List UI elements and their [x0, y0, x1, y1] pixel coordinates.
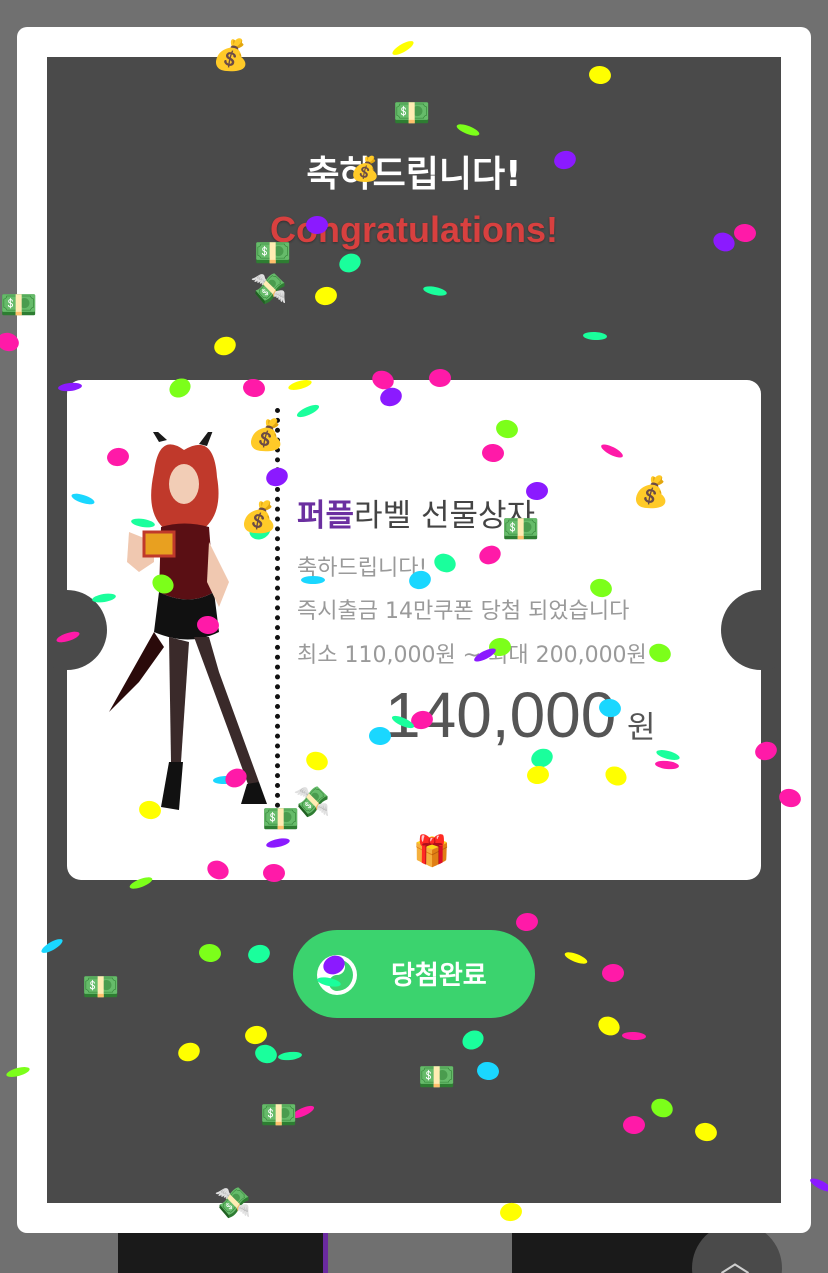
money-bag-icon: 💰	[212, 38, 250, 73]
character-illustration	[109, 432, 267, 810]
banknote-icon: 💵	[262, 802, 300, 837]
prize-range-line: 최소 110,000원 ~ 최대 200,000원	[297, 643, 647, 668]
banknote-icon: 💵	[502, 512, 540, 547]
money-with-wings-icon: 💸	[214, 1186, 252, 1221]
money-bag-icon: 💰	[240, 500, 278, 535]
prize-stage: 축하드립니다! Congratulations! 퍼플라벨 선물상자 축하드립니…	[47, 57, 781, 1203]
banknote-icon: 💵	[393, 96, 431, 131]
background-card	[118, 1228, 328, 1273]
prize-amount: 140,000	[385, 679, 617, 751]
money-bag-icon: 💰	[247, 418, 285, 453]
prize-title: 퍼플라벨 선물상자	[297, 490, 535, 535]
congratulations-title: Congratulations!	[270, 209, 558, 250]
ticket-notch-left	[47, 590, 107, 670]
money-bag-icon: 💰	[350, 155, 380, 183]
banknote-icon: 💵	[260, 1098, 298, 1133]
claim-complete-label: 당첨완료	[391, 960, 487, 990]
banknote-icon: 💵	[0, 288, 38, 323]
prize-message-line: 즉시출금 14만쿠폰 당첨 되었습니다	[297, 599, 630, 624]
banknote-icon: 💵	[254, 236, 292, 271]
banknote-icon: 💵	[418, 1060, 456, 1095]
brand-logo-icon	[317, 955, 357, 995]
gift-icon: 🎁	[413, 834, 451, 869]
page-title: 축하드립니다!	[306, 154, 522, 195]
prize-ticket: 퍼플라벨 선물상자 축하드립니다! 즉시출금 14만쿠폰 당첨 되었습니다 최소…	[47, 380, 781, 880]
money-bag-icon: 💰	[632, 475, 670, 510]
ticket-notch-right	[721, 590, 781, 670]
money-with-wings-icon: 💸	[250, 272, 288, 307]
prize-modal: 축하드립니다! Congratulations! 퍼플라벨 선물상자 축하드립니…	[17, 27, 811, 1233]
prize-amount-unit: 원	[627, 710, 656, 746]
prize-message-line: 축하드립니다!	[297, 556, 428, 581]
claim-complete-button[interactable]: 당첨완료	[293, 930, 535, 1018]
chevron-up-icon: ︿	[720, 1245, 750, 1273]
banknote-icon: 💵	[82, 970, 120, 1005]
background-card	[512, 1228, 722, 1273]
brand-name: 퍼플	[297, 498, 355, 534]
